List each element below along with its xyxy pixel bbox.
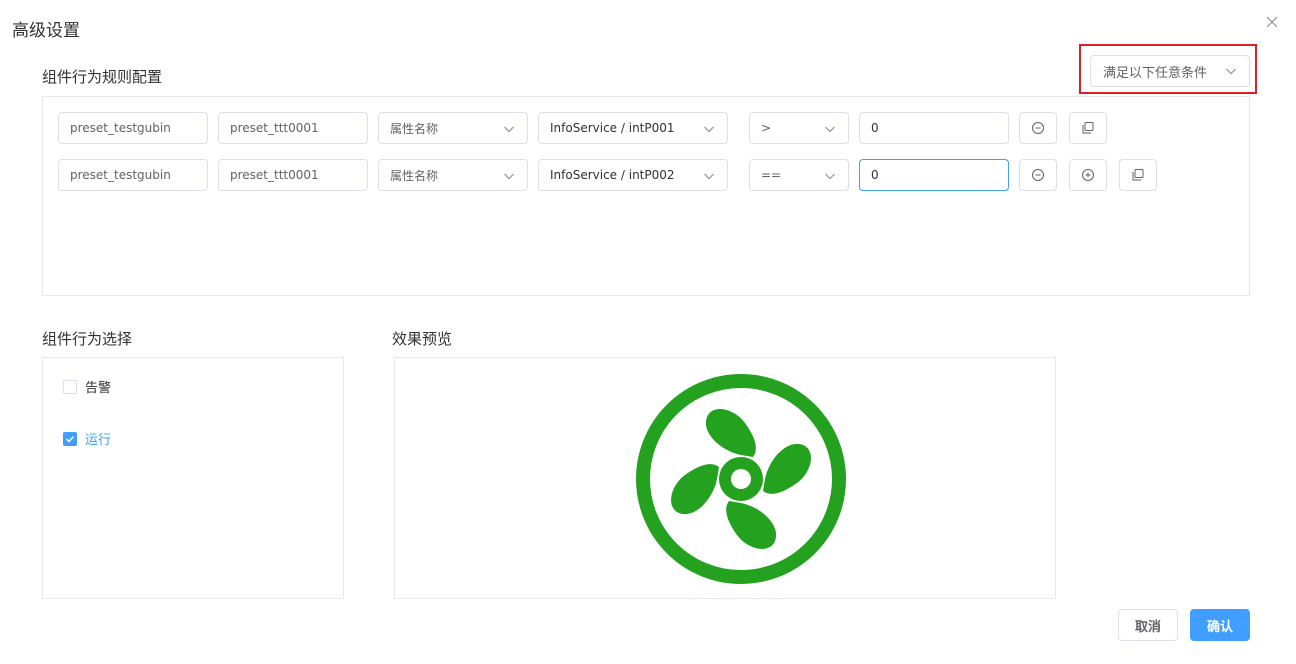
close-button[interactable] <box>1262 12 1282 32</box>
rule-operator-value: == <box>761 168 782 182</box>
match-mode-value: 满足以下任意条件 <box>1103 65 1208 81</box>
rule-operator-value: > <box>761 121 772 135</box>
rules-section-label: 组件行为规则配置 <box>42 68 163 86</box>
close-icon <box>1266 16 1278 28</box>
preview-panel <box>394 357 1056 599</box>
remove-rule-button[interactable] <box>1019 159 1057 191</box>
remove-rule-button[interactable] <box>1019 112 1057 144</box>
rule-point-field[interactable]: preset_ttt0001 <box>218 112 368 144</box>
preview-section-label: 效果预览 <box>392 330 453 348</box>
rule-operator-select[interactable]: > <box>749 112 849 144</box>
rule-device-field[interactable]: preset_testgubin <box>58 159 208 191</box>
rule-attr-value: InfoService / intP002 <box>550 168 675 182</box>
fan-icon <box>636 374 846 584</box>
chevron-down-icon <box>825 126 835 133</box>
rule-value-text: 0 <box>871 121 879 135</box>
chevron-down-icon <box>1226 68 1236 75</box>
rule-attr-select[interactable]: InfoService / intP002 <box>538 159 728 191</box>
rule-operator-select[interactable]: == <box>749 159 849 191</box>
behavior-option-alarm[interactable]: 告警 <box>63 377 111 396</box>
rule-device-value: preset_testgubin <box>70 121 171 135</box>
rule-attr-value: InfoService / intP001 <box>550 121 675 135</box>
confirm-button[interactable]: 确认 <box>1190 609 1250 641</box>
chevron-down-icon <box>504 126 514 133</box>
behavior-option-run[interactable]: 运行 <box>63 429 111 448</box>
behavior-option-label: 告警 <box>85 381 112 396</box>
checkbox[interactable] <box>63 379 77 394</box>
plus-circle-icon <box>1082 169 1094 181</box>
rule-device-field[interactable]: preset_testgubin <box>58 112 208 144</box>
rule-value-text: 0 <box>871 168 879 182</box>
chevron-down-icon <box>825 173 835 180</box>
dialog-title: 高级设置 <box>12 21 80 41</box>
minus-circle-icon <box>1032 122 1044 134</box>
rule-attr-type-select[interactable]: 属性名称 <box>378 112 528 144</box>
rule-attr-type-select[interactable]: 属性名称 <box>378 159 528 191</box>
minus-circle-icon <box>1032 169 1044 181</box>
behavior-panel: 告警 运行 <box>42 357 344 599</box>
rule-device-value: preset_testgubin <box>70 168 171 182</box>
rule-point-value: preset_ttt0001 <box>230 121 319 135</box>
rule-value-input[interactable]: 0 <box>859 112 1009 144</box>
copy-icon <box>1132 169 1144 181</box>
match-mode-select[interactable]: 满足以下任意条件 <box>1090 55 1250 87</box>
behavior-section-label: 组件行为选择 <box>42 330 133 348</box>
copy-rule-button[interactable] <box>1069 112 1107 144</box>
checkmark-icon <box>65 435 75 443</box>
rule-attr-select[interactable]: InfoService / intP001 <box>538 112 728 144</box>
behavior-option-label: 运行 <box>85 433 112 448</box>
add-rule-button[interactable] <box>1069 159 1107 191</box>
checkbox[interactable] <box>63 431 77 446</box>
rule-attr-type-value: 属性名称 <box>390 168 439 183</box>
rule-point-field[interactable]: preset_ttt0001 <box>218 159 368 191</box>
rule-value-input[interactable]: 0 <box>859 159 1009 191</box>
chevron-down-icon <box>504 173 514 180</box>
chevron-down-icon <box>704 126 714 133</box>
copy-rule-button[interactable] <box>1119 159 1157 191</box>
rule-point-value: preset_ttt0001 <box>230 168 319 182</box>
copy-icon <box>1082 122 1094 134</box>
chevron-down-icon <box>704 173 714 180</box>
rule-attr-type-value: 属性名称 <box>390 121 439 136</box>
cancel-button[interactable]: 取消 <box>1118 609 1178 641</box>
